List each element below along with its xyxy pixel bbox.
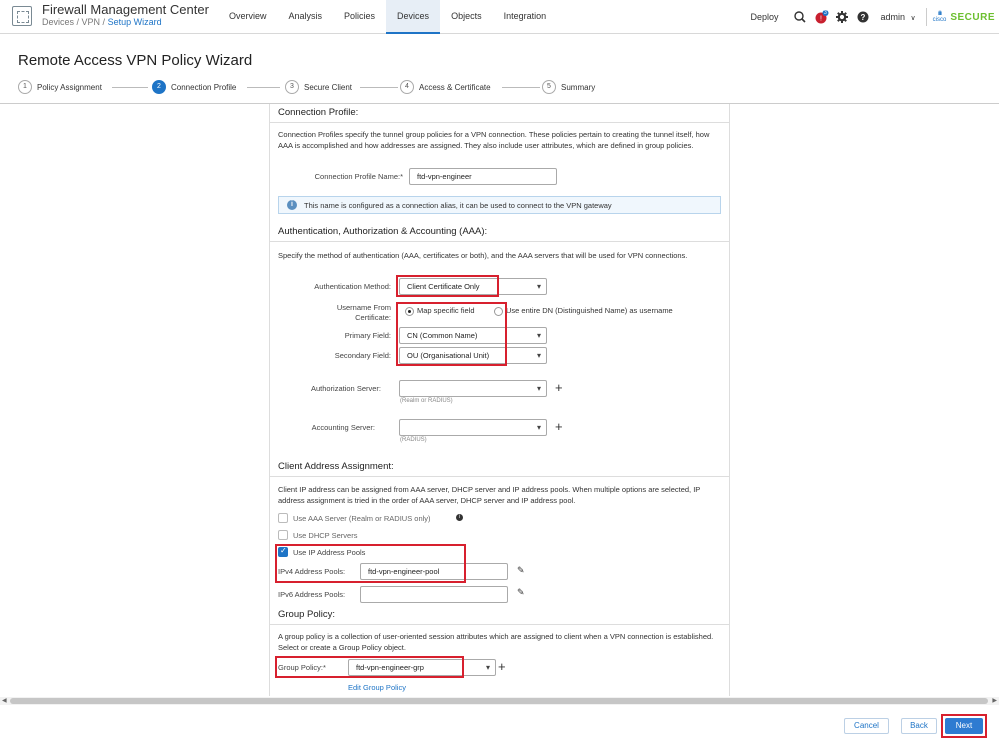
- highlight-group-policy: [275, 656, 464, 678]
- app-title: Firewall Management Center: [42, 2, 209, 17]
- section-title-group-policy: Group Policy:: [278, 609, 336, 620]
- step-connector: [360, 87, 398, 88]
- edit-ipv4-pools-icon[interactable]: ✎: [517, 565, 525, 576]
- nav-integration[interactable]: Integration: [493, 0, 558, 34]
- wizard-step-1[interactable]: 1 Policy Assignment: [18, 80, 102, 94]
- accounting-server-hint: (RADIUS): [400, 437, 427, 443]
- wizard-step-2[interactable]: 2 Connection Profile: [152, 80, 236, 94]
- cisco-logo: ılıılı cisco: [932, 10, 947, 23]
- breadcrumb: Devices / VPN / Setup Wizard: [42, 17, 162, 27]
- scroll-right-icon[interactable]: ▶: [992, 697, 997, 705]
- breadcrumb-setup-wizard: Setup Wizard: [107, 17, 162, 27]
- user-name: admin: [880, 12, 905, 22]
- info-icon[interactable]: i: [456, 514, 463, 521]
- wizard-footer: Cancel Back Next: [0, 705, 999, 738]
- back-button[interactable]: Back: [901, 718, 937, 734]
- highlight-auth-method: [396, 275, 499, 297]
- wizard-step-3[interactable]: 3 Secure Client: [285, 80, 352, 94]
- gear-icon[interactable]: [834, 9, 850, 25]
- use-dhcp-label: Use DHCP Servers: [293, 531, 358, 540]
- ipv6-pools-label: IPv6 Address Pools:: [278, 590, 346, 599]
- step-connector: [247, 87, 280, 88]
- section-title-connection-profile: Connection Profile:: [278, 107, 359, 118]
- add-authorization-server-icon[interactable]: +: [555, 381, 563, 394]
- scrollbar-thumb[interactable]: [10, 698, 988, 704]
- wizard-content: [0, 103, 999, 696]
- help-icon[interactable]: ?: [855, 9, 871, 25]
- section-divider: [270, 122, 729, 123]
- connection-profile-name-input[interactable]: ftd-vpn-engineer: [409, 168, 557, 185]
- form-panel: [269, 104, 730, 696]
- use-aaa-server-checkbox[interactable]: [278, 513, 288, 523]
- divider: [925, 8, 927, 26]
- section-title-aaa: Authentication, Authorization & Accounti…: [278, 226, 488, 237]
- wizard-step-4[interactable]: 4 Access & Certificate: [400, 80, 491, 94]
- svg-text:!: !: [821, 16, 823, 23]
- client-address-description: Client IP address can be assigned from A…: [278, 485, 701, 505]
- nav-overview[interactable]: Overview: [218, 0, 278, 34]
- breadcrumb-devices[interactable]: Devices: [42, 17, 74, 27]
- alias-info-text: This name is configured as a connection …: [304, 201, 612, 210]
- secondary-field-label: Secondary Field:: [334, 351, 391, 360]
- scroll-left-icon[interactable]: ◀: [2, 697, 7, 705]
- username-from-label-line1: Username From: [336, 303, 391, 312]
- user-menu[interactable]: admin ∨: [880, 12, 915, 22]
- authorization-server-select[interactable]: [399, 380, 547, 397]
- notification-count: 3: [823, 10, 827, 16]
- authorization-server-hint: (Realm or RADIUS): [400, 398, 453, 404]
- svg-text:?: ?: [861, 13, 866, 22]
- section-title-client-address: Client Address Assignment:: [278, 461, 394, 472]
- auth-method-label: Authentication Method:: [314, 282, 391, 291]
- horizontal-scrollbar[interactable]: ◀ ▶: [0, 697, 999, 705]
- section-divider: [270, 624, 729, 625]
- authorization-server-label: Authorization Server:: [310, 384, 381, 393]
- step-connector: [112, 87, 148, 88]
- highlight-next-button: [941, 714, 987, 738]
- page-title: Remote Access VPN Policy Wizard: [18, 52, 253, 69]
- add-accounting-server-icon[interactable]: +: [555, 420, 563, 433]
- section-divider: [270, 241, 729, 242]
- cancel-button[interactable]: Cancel: [844, 718, 889, 734]
- nav-objects[interactable]: Objects: [440, 0, 493, 34]
- add-group-policy-icon[interactable]: +: [498, 660, 506, 673]
- username-from-label-line2: Certificate:: [355, 313, 391, 322]
- chevron-down-icon: ∨: [910, 15, 916, 22]
- primary-field-label: Primary Field:: [344, 331, 391, 340]
- main-menu: Overview Analysis Policies Devices Objec…: [218, 0, 557, 34]
- accounting-server-select[interactable]: [399, 419, 547, 436]
- section-divider: [270, 476, 729, 477]
- connection-profile-name-label: Connection Profile Name:*: [314, 172, 403, 181]
- use-dhcp-checkbox[interactable]: [278, 530, 288, 540]
- accounting-server-label: Accounting Server:: [311, 423, 375, 432]
- highlight-ip-pools: [275, 544, 466, 583]
- aaa-description: Specify the method of authentication (AA…: [278, 251, 688, 260]
- nav-analysis[interactable]: Analysis: [278, 0, 334, 34]
- alias-info-banner: i This name is configured as a connectio…: [278, 196, 721, 214]
- nav-policies[interactable]: Policies: [333, 0, 386, 34]
- info-icon: i: [287, 200, 297, 210]
- group-policy-description: A group policy is a collection of user-o…: [278, 632, 714, 652]
- wizard-step-5[interactable]: 5 Summary: [542, 80, 595, 94]
- nav-devices[interactable]: Devices: [386, 0, 441, 34]
- connection-profile-description: Connection Profiles specify the tunnel g…: [278, 130, 710, 150]
- ipv6-pools-input[interactable]: [360, 586, 508, 603]
- highlight-username-fields: [396, 302, 507, 366]
- deploy-button[interactable]: Deploy: [750, 12, 778, 22]
- secure-brand-label: SECURE: [950, 11, 995, 23]
- breadcrumb-vpn[interactable]: VPN: [82, 17, 101, 27]
- use-aaa-server-label: Use AAA Server (Realm or RADIUS only): [293, 514, 431, 523]
- radio-use-entire-dn-label: Use entire DN (Distinguished Name) as us…: [506, 306, 673, 315]
- notifications-icon[interactable]: ! 3: [813, 9, 829, 25]
- top-navigation-bar: Firewall Management Center Devices / VPN…: [0, 0, 999, 34]
- edit-ipv6-pools-icon[interactable]: ✎: [517, 587, 525, 598]
- edit-group-policy-link[interactable]: Edit Group Policy: [348, 683, 406, 692]
- step-connector: [502, 87, 540, 88]
- nav-right-tools: Deploy ! 3 ? admin ∨ ılıılı cisco SECURE: [750, 0, 999, 34]
- fmc-logo-icon[interactable]: [12, 6, 32, 26]
- search-icon[interactable]: [792, 9, 808, 25]
